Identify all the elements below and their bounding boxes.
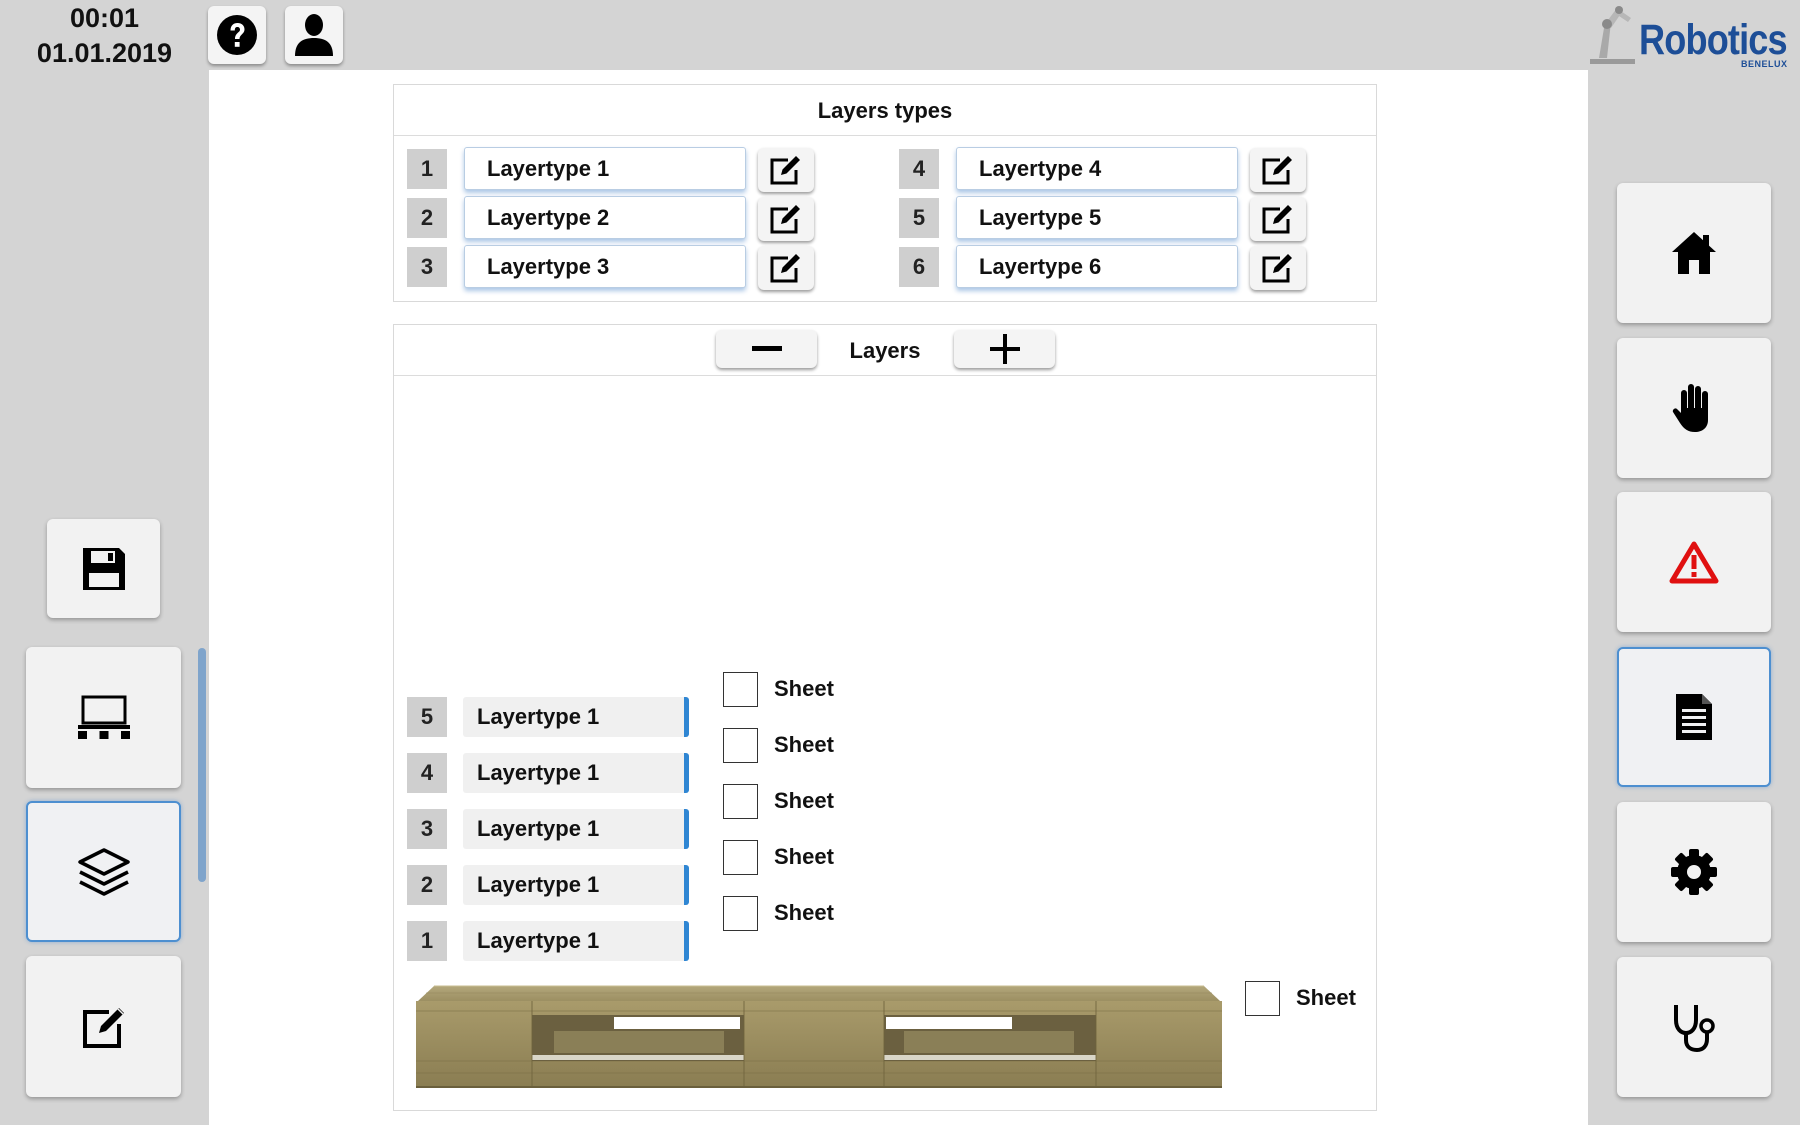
layers-panel: Layers 5 Layertype 1 4 Layertype 1 3 Lay…	[393, 324, 1377, 1111]
question-circle-icon	[217, 15, 257, 55]
top-bar	[0, 0, 1800, 70]
layer-types-panel: Layers types 1 Layertype 1 2 Layertype 2…	[393, 84, 1377, 302]
layer-number: 2	[407, 865, 447, 905]
layertype-edit-button[interactable]	[758, 197, 814, 241]
layers-header: Layers	[394, 325, 1376, 376]
layertype-number: 4	[899, 149, 939, 189]
sheet-label: Sheet	[774, 676, 834, 701]
company-logo: Robotics BENELUX	[1585, 2, 1790, 70]
clock-date: 01.01.2019	[36, 38, 173, 68]
layer-type-selector[interactable]: Layertype 1	[463, 865, 689, 905]
plus-icon	[989, 334, 1020, 364]
sheet-label: Sheet	[774, 788, 834, 813]
layertype-number: 3	[407, 247, 447, 287]
nav-recipe[interactable]	[1617, 647, 1771, 787]
sheet-checkbox[interactable]	[723, 784, 758, 819]
layertype-number: 6	[899, 247, 939, 287]
layer-types-header: Layers types	[394, 85, 1376, 136]
stethoscope-icon	[1674, 1005, 1715, 1052]
bottom-sheet-checkbox[interactable]	[1245, 981, 1280, 1016]
nav-layers[interactable]	[26, 801, 181, 942]
layertype-name-field[interactable]: Layertype 2	[464, 196, 746, 239]
layertype-edit-button[interactable]	[1250, 246, 1306, 290]
warning-triangle-icon	[1669, 541, 1719, 584]
hand-icon	[1672, 384, 1708, 432]
layer-type-selector[interactable]: Layertype 1	[463, 809, 689, 849]
edit-icon	[82, 1007, 124, 1048]
left-scroll-indicator[interactable]	[198, 648, 206, 882]
user-button[interactable]	[285, 6, 343, 64]
floppy-disk-icon	[82, 547, 125, 590]
minus-icon	[751, 346, 782, 351]
layer-type-selector[interactable]: Layertype 1	[463, 753, 689, 793]
layertype-name-field[interactable]: Layertype 4	[956, 147, 1238, 190]
help-button[interactable]	[208, 6, 266, 64]
logo-text: Robotics	[1639, 16, 1788, 64]
layers-title: Layers	[849, 338, 921, 363]
remove-layer-button[interactable]	[716, 330, 817, 368]
robot-arm-logo-icon	[1590, 6, 1635, 64]
layertype-name-field[interactable]: Layertype 1	[464, 147, 746, 190]
pallet-icon	[77, 695, 130, 739]
sheet-checkbox[interactable]	[723, 896, 758, 931]
edit-icon	[770, 156, 800, 185]
layertype-name-field[interactable]: Layertype 6	[956, 245, 1238, 288]
layertype-name-field[interactable]: Layertype 5	[956, 196, 1238, 239]
sheet-checkbox[interactable]	[723, 672, 758, 707]
layer-type-selector[interactable]: Layertype 1	[463, 921, 689, 961]
sheet-label: Sheet	[774, 844, 834, 869]
layertype-edit-button[interactable]	[1250, 148, 1306, 192]
bottom-strip	[0, 1125, 1800, 1130]
layers-icon	[77, 847, 130, 896]
layer-type-selector[interactable]: Layertype 1	[463, 697, 689, 737]
nav-home[interactable]	[1617, 183, 1771, 323]
sheet-checkbox[interactable]	[723, 728, 758, 763]
nav-diagnostics[interactable]	[1617, 957, 1771, 1097]
layer-number: 3	[407, 809, 447, 849]
nav-pallet[interactable]	[26, 647, 181, 788]
nav-edit[interactable]	[26, 956, 181, 1097]
gear-icon	[1671, 849, 1717, 895]
document-icon	[1676, 694, 1712, 740]
edit-icon	[1262, 205, 1292, 234]
layertype-number: 1	[407, 149, 447, 189]
layertype-edit-button[interactable]	[758, 148, 814, 192]
layer-number: 4	[407, 753, 447, 793]
nav-settings[interactable]	[1617, 802, 1771, 942]
sheet-label: Sheet	[774, 732, 834, 757]
layertype-number: 5	[899, 198, 939, 238]
layertype-number: 2	[407, 198, 447, 238]
bottom-sheet-label: Sheet	[1296, 985, 1356, 1010]
user-icon	[295, 14, 333, 56]
edit-icon	[1262, 254, 1292, 283]
add-layer-button[interactable]	[954, 330, 1055, 368]
edit-icon	[770, 254, 800, 283]
edit-icon	[770, 205, 800, 234]
pallet-image	[416, 985, 1222, 1088]
layer-number: 1	[407, 921, 447, 961]
sheet-checkbox[interactable]	[723, 840, 758, 875]
edit-icon	[1262, 156, 1292, 185]
layertype-name-field[interactable]: Layertype 3	[464, 245, 746, 288]
clock-time: 00:01	[69, 3, 140, 33]
logo-subtext: BENELUX	[1741, 59, 1788, 69]
layer-types-title: Layers types	[817, 98, 953, 123]
save-button[interactable]	[47, 519, 160, 618]
sheet-label: Sheet	[774, 900, 834, 925]
nav-manual[interactable]	[1617, 338, 1771, 478]
layer-number: 5	[407, 697, 447, 737]
layertype-edit-button[interactable]	[1250, 197, 1306, 241]
nav-alarm[interactable]	[1617, 492, 1771, 632]
layertype-edit-button[interactable]	[758, 246, 814, 290]
home-icon	[1672, 232, 1716, 274]
